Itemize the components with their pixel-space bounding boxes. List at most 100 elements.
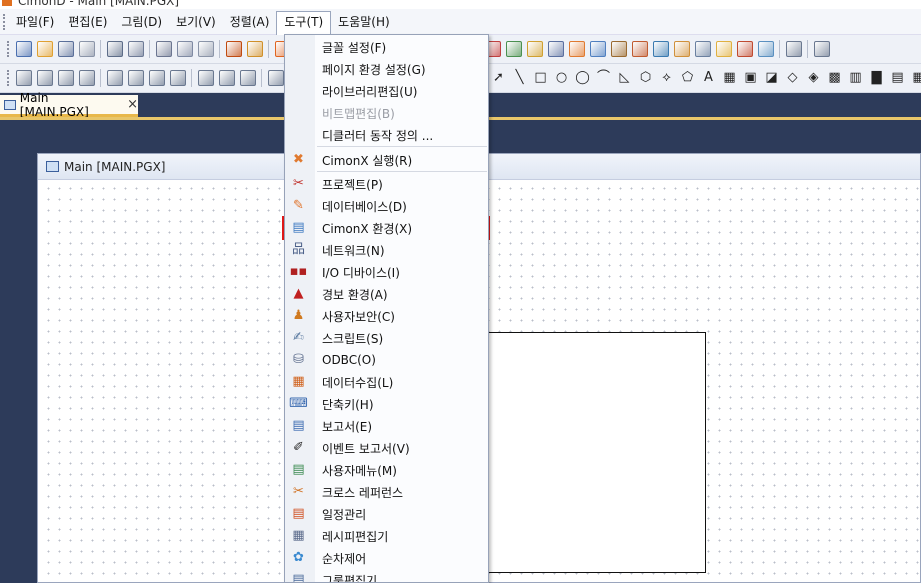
toolbar-button-icon[interactable] [197, 70, 214, 86]
tools-menu-item-7[interactable]: ✂ 프로젝트(P) [285, 173, 488, 195]
drawing-tool-icon[interactable]: ➚ [491, 70, 507, 86]
menubar-grip[interactable] [3, 13, 5, 30]
drawing-tool-icon[interactable]: ◇ [785, 70, 801, 86]
tools-menu-item-1[interactable]: 글꼴 설정(F) [285, 36, 488, 58]
tools-menu-item-19[interactable]: ✐ 이벤트 보고서(V) [285, 437, 488, 459]
tools-menu-item-24[interactable]: ✿ 순차제어 [285, 547, 488, 569]
toolbar-button-icon[interactable] [127, 41, 144, 57]
toolbar-button-icon[interactable] [57, 70, 74, 86]
drawing-tool-icon[interactable]: ○ [554, 70, 570, 86]
menu-draw[interactable]: 그림(D) [114, 11, 169, 33]
rectangle-shape[interactable] [484, 332, 706, 573]
menu-tools[interactable]: 도구(T) [276, 10, 332, 36]
toolbar-button-icon[interactable] [610, 41, 627, 57]
drawing-tool-icon[interactable]: ▇ [869, 70, 885, 86]
document-tab-main[interactable]: Main [MAIN.PGX] × [0, 91, 138, 119]
toolbar-grip[interactable] [7, 41, 9, 57]
menu-arrange[interactable]: 정렬(A) [223, 11, 277, 33]
tools-menu-item-21[interactable]: ✂ 크로스 레퍼런스 [285, 481, 488, 503]
toolbar-button-icon[interactable] [148, 70, 165, 86]
drawing-tool-icon[interactable]: ▥ [848, 70, 864, 86]
close-icon[interactable]: × [127, 97, 138, 112]
toolbar-button-icon[interactable] [15, 70, 32, 86]
drawing-tool-icon[interactable]: ◈ [806, 70, 822, 86]
tools-menu-item-17[interactable]: ⌨ 단축키(H) [285, 393, 488, 415]
drawing-tool-icon[interactable]: ⌒ [596, 70, 612, 86]
toolbar-button-icon[interactable] [652, 41, 669, 57]
drawing-tool-icon[interactable]: ▦ [722, 70, 738, 86]
toolbar-button-icon[interactable] [127, 70, 144, 86]
menu-help[interactable]: 도움말(H) [331, 11, 397, 33]
tools-menu-item-9[interactable]: ▤ CimonX 환경(X) [285, 217, 488, 239]
toolbar-button-icon[interactable] [78, 41, 95, 57]
tools-menu-item-label: 그룹편집기 [322, 573, 378, 583]
drawing-tool-icon[interactable]: ⬡ [638, 70, 654, 86]
toolbar-button-icon[interactable] [176, 41, 193, 57]
tools-menu-item-2[interactable]: 페이지 환경 설정(G) [285, 58, 488, 80]
toolbar-button-icon[interactable] [547, 41, 564, 57]
toolbar-button-icon[interactable] [246, 41, 263, 57]
toolbar-button-icon[interactable] [267, 70, 284, 86]
toolbar-button-icon[interactable] [757, 41, 774, 57]
toolbar-button-icon[interactable] [694, 41, 711, 57]
tools-menu-item-13[interactable]: ♟ 사용자보안(C) [285, 305, 488, 327]
tools-menu-item-11[interactable]: ▪▪ I/O 디바이스(I) [285, 261, 488, 283]
tools-menu-item-15[interactable]: ⛁ ODBC(O) [285, 349, 488, 371]
toolbar-button-icon[interactable] [785, 41, 802, 57]
toolbar-button-icon[interactable] [813, 41, 830, 57]
tools-menu-item-22[interactable]: ▤ 일정관리 [285, 503, 488, 525]
drawing-tool-icon[interactable]: ▦ [911, 70, 921, 86]
toolbar-button-icon[interactable] [736, 41, 753, 57]
toolbar-button-icon[interactable] [673, 41, 690, 57]
menu-file[interactable]: 파일(F) [9, 11, 61, 33]
toolbar-button-icon[interactable] [589, 41, 606, 57]
toolbar-button-icon[interactable] [155, 41, 172, 57]
toolbar-grip[interactable] [7, 70, 9, 86]
toolbar-button-icon[interactable] [57, 41, 74, 57]
toolbar-button-icon[interactable] [169, 70, 186, 86]
tools-menu-item-12[interactable]: ▲ 경보 환경(A) [285, 283, 488, 305]
tools-menu-item-3[interactable]: 라이브러리편집(U) [285, 80, 488, 102]
tools-menu-item-14[interactable]: ✍ 스크립트(S) [285, 327, 488, 349]
tools-menu-item-20[interactable]: ▤ 사용자메뉴(M) [285, 459, 488, 481]
drawing-tool-icon[interactable]: ╲ [512, 70, 528, 86]
tools-menu-item-25[interactable]: ▤ 그룹편집기 [285, 569, 488, 583]
toolbar-button-icon[interactable] [15, 41, 32, 57]
tools-menu-item-10[interactable]: 品 네트워크(N) [285, 239, 488, 261]
toolbar-button-icon[interactable] [78, 70, 95, 86]
toolbar-button-icon[interactable] [106, 70, 123, 86]
drawing-tool-icon[interactable]: □ [533, 70, 549, 86]
drawing-tool-icon[interactable]: ⬠ [680, 70, 696, 86]
toolbar-button-icon[interactable] [36, 41, 53, 57]
drawing-tool-icon[interactable]: ▣ [743, 70, 759, 86]
tools-menu-item-5[interactable]: 디클러터 동작 정의 ... [285, 124, 488, 146]
toolbar-button-icon[interactable] [197, 41, 214, 57]
tools-menu-item-8[interactable]: ✎ 데이터베이스(D) [285, 195, 488, 217]
toolbar-button-icon[interactable] [239, 70, 256, 86]
toolbar-button-icon[interactable] [36, 70, 53, 86]
drawing-tool-icon[interactable]: ▤ [890, 70, 906, 86]
toolbar-button-icon[interactable] [715, 41, 732, 57]
toolbar-separator [261, 69, 262, 87]
drawing-tool-icon[interactable]: ◪ [764, 70, 780, 86]
toolbar-button-icon[interactable] [505, 41, 522, 57]
menu-separator [317, 146, 487, 147]
drawing-tool-icon[interactable]: ◺ [617, 70, 633, 86]
drawing-tool-icon[interactable]: ◯ [575, 70, 591, 86]
drawing-tool-icon[interactable]: ⟡ [659, 70, 675, 86]
drawing-tool-icon[interactable]: A [701, 70, 717, 86]
tools-menu-item-23[interactable]: ▦ 레시피편집기 [285, 525, 488, 547]
toolbar-button-icon[interactable] [631, 41, 648, 57]
toolbar-separator [100, 40, 101, 58]
tools-menu-item-18[interactable]: ▤ 보고서(E) [285, 415, 488, 437]
toolbar-button-icon[interactable] [218, 70, 235, 86]
toolbar-button-icon[interactable] [526, 41, 543, 57]
toolbar-button-icon[interactable] [568, 41, 585, 57]
drawing-tool-icon[interactable]: ▩ [827, 70, 843, 86]
menu-view[interactable]: 보기(V) [169, 11, 223, 33]
toolbar-button-icon[interactable] [106, 41, 123, 57]
tools-menu-item-6[interactable]: ✖ CimonX 실행(R) [285, 149, 488, 171]
tools-menu-item-16[interactable]: ▦ 데이터수집(L) [285, 371, 488, 393]
toolbar-button-icon[interactable] [225, 41, 242, 57]
menu-edit[interactable]: 편집(E) [61, 11, 114, 33]
